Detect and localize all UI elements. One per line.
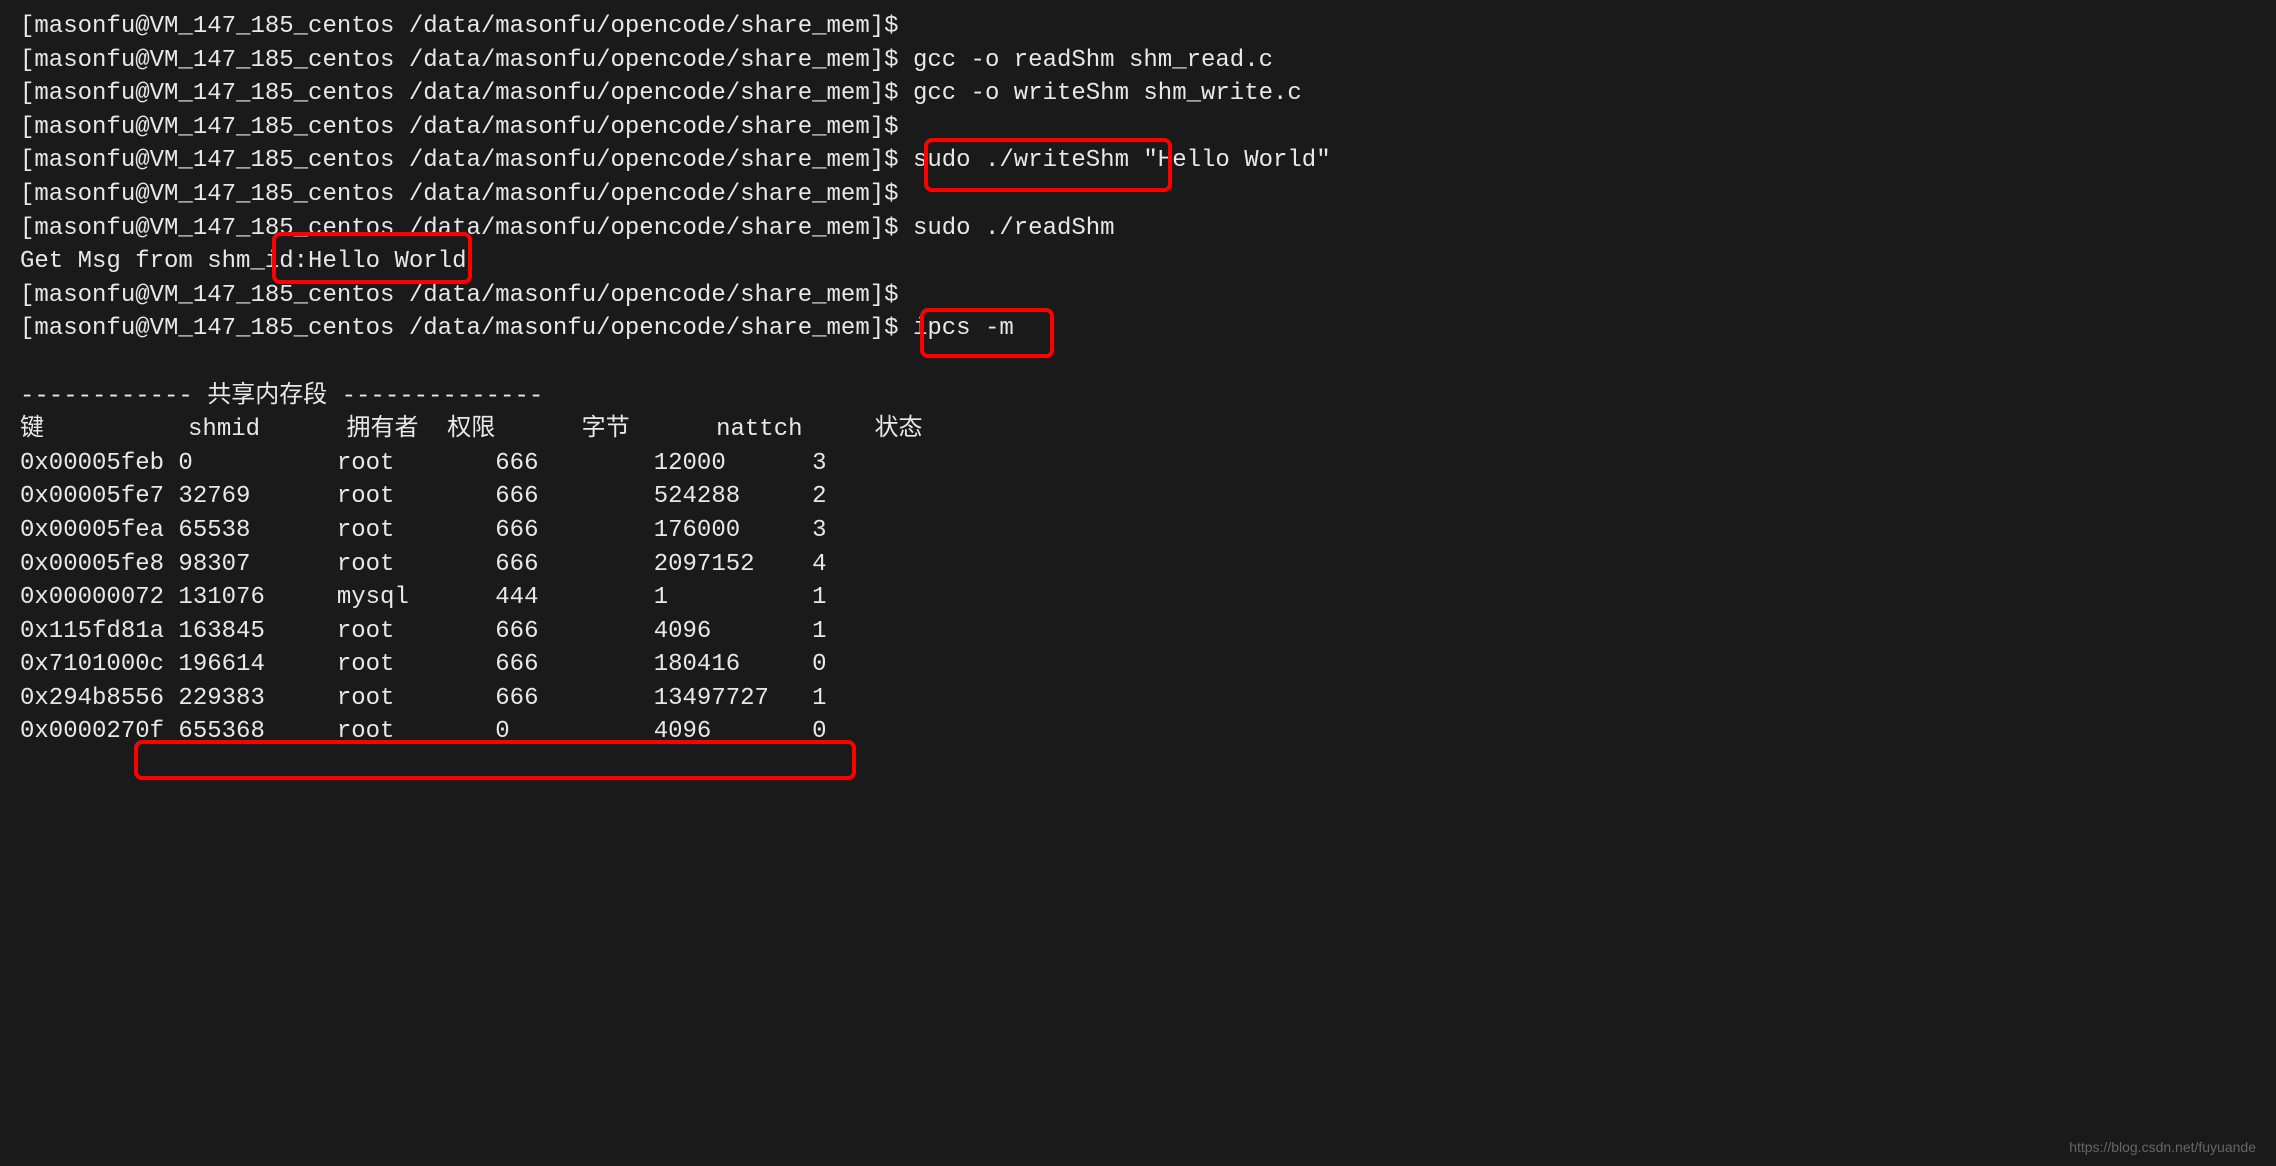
terminal-line: [masonfu@VM_147_185_centos /data/masonfu… — [20, 212, 2256, 246]
terminal-line: [masonfu@VM_147_185_centos /data/masonfu… — [20, 178, 2256, 212]
terminal-line: [masonfu@VM_147_185_centos /data/masonfu… — [20, 44, 2256, 78]
terminal-output[interactable]: [masonfu@VM_147_185_centos /data/masonfu… — [20, 10, 2256, 749]
blank-line — [20, 346, 2256, 380]
ipcs-table-header: 键 shmid 拥有者 权限 字节 nattch 状态 — [20, 413, 2256, 447]
ipcs-table-row: 0x7101000c 196614 root 666 180416 0 — [20, 648, 2256, 682]
terminal-line: [masonfu@VM_147_185_centos /data/masonfu… — [20, 111, 2256, 145]
ipcs-table-row: 0x00005fe7 32769 root 666 524288 2 — [20, 480, 2256, 514]
watermark-text: https://blog.csdn.net/fuyuande — [2069, 1138, 2256, 1158]
terminal-line: [masonfu@VM_147_185_centos /data/masonfu… — [20, 279, 2256, 313]
ipcs-table-row: 0x115fd81a 163845 root 666 4096 1 — [20, 615, 2256, 649]
ipcs-table-row: 0x00005fe8 98307 root 666 2097152 4 — [20, 548, 2256, 582]
ipcs-table-row: 0x0000270f 655368 root 0 4096 0 — [20, 715, 2256, 749]
ipcs-section-header: ------------ 共享内存段 -------------- — [20, 380, 2256, 414]
ipcs-table-row: 0x294b8556 229383 root 666 13497727 1 — [20, 682, 2256, 716]
terminal-line: [masonfu@VM_147_185_centos /data/masonfu… — [20, 312, 2256, 346]
program-output: Get Msg from shm_id:Hello World — [20, 245, 2256, 279]
ipcs-table-row: 0x00000072 131076 mysql 444 1 1 — [20, 581, 2256, 615]
terminal-line: [masonfu@VM_147_185_centos /data/masonfu… — [20, 10, 2256, 44]
ipcs-table-row: 0x00005fea 65538 root 666 176000 3 — [20, 514, 2256, 548]
terminal-line: [masonfu@VM_147_185_centos /data/masonfu… — [20, 144, 2256, 178]
ipcs-table-row: 0x00005feb 0 root 666 12000 3 — [20, 447, 2256, 481]
terminal-line: [masonfu@VM_147_185_centos /data/masonfu… — [20, 77, 2256, 111]
